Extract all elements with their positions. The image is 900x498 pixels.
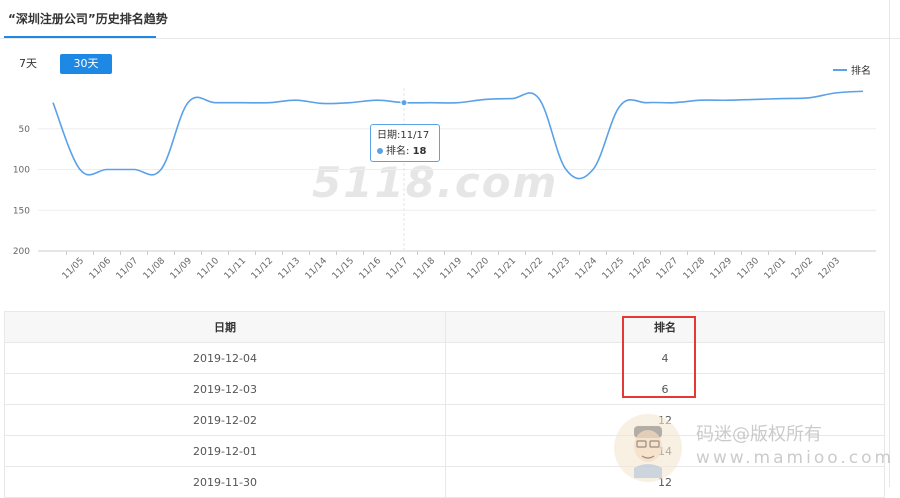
cell-date: 2019-12-02	[4, 404, 446, 436]
x-tick-label: 11/07	[115, 256, 140, 281]
cell-date: 2019-12-03	[4, 373, 446, 405]
x-tick-label: 11/08	[142, 256, 168, 282]
y-tick-label: 150	[13, 206, 30, 216]
series-line-rank	[52, 90, 864, 180]
table-header-row: 日期 排名	[4, 311, 885, 343]
x-tick-label: 12/03	[817, 256, 842, 281]
range-7-days-button[interactable]: 7天	[12, 55, 44, 73]
x-tick-label: 11/18	[412, 256, 438, 282]
x-tick-label: 11/05	[61, 256, 86, 281]
y-tick-label: 200	[13, 247, 30, 257]
x-tick-label: 11/17	[385, 256, 410, 281]
x-tick-label: 11/23	[547, 256, 572, 281]
x-tick-label: 11/06	[88, 256, 114, 282]
data-point-highlight	[400, 99, 408, 107]
cell-date: 2019-11-30	[4, 466, 446, 498]
tooltip-dot-icon	[377, 148, 383, 154]
x-tick-label: 11/16	[358, 256, 384, 282]
table-row: 2019-11-30 12	[4, 466, 885, 498]
tooltip-date-label: 日期:	[377, 130, 401, 141]
x-tick-label: 11/29	[709, 256, 735, 282]
x-tick-label: 11/27	[655, 256, 680, 281]
legend-line-icon	[833, 68, 847, 71]
x-tick-label: 12/01	[763, 256, 788, 281]
x-tick-label: 11/13	[277, 256, 302, 281]
x-tick-label: 12/02	[790, 256, 815, 281]
x-tick-label: 11/21	[493, 256, 518, 281]
x-tick-label: 11/14	[304, 256, 330, 282]
active-tab-indicator	[4, 36, 156, 38]
x-tick-label: 11/30	[736, 256, 762, 282]
tooltip-date-value: 11/17	[400, 130, 430, 141]
watermark-copyright: 码迷@版权所有	[696, 424, 822, 445]
tooltip-rank-label: 排名:	[386, 146, 410, 157]
watermark-avatar-icon	[614, 414, 682, 482]
cell-date: 2019-12-04	[4, 342, 446, 374]
x-tick-label: 11/15	[331, 256, 356, 281]
table-row: 2019-12-03 6	[4, 373, 885, 405]
x-tick-label: 11/12	[250, 256, 275, 281]
tooltip-rank-value: 18	[412, 146, 427, 157]
legend-label: 排名	[851, 66, 871, 77]
x-tick-label: 11/26	[628, 256, 654, 282]
y-tick-label: 50	[19, 125, 31, 135]
y-tick-label: 100	[13, 166, 30, 176]
x-tick-label: 11/11	[223, 256, 248, 281]
x-tick-label: 11/22	[520, 256, 545, 281]
x-tick-label: 11/24	[574, 256, 600, 282]
page-title[interactable]: “深圳注册公司”历史排名趋势	[8, 10, 168, 27]
chart-legend[interactable]: 排名	[833, 62, 871, 77]
chart-tooltip: 日期:11/17 排名: 18	[370, 124, 440, 162]
x-tick-label: 11/20	[466, 256, 492, 282]
x-tick-label: 11/28	[682, 256, 708, 282]
rank-history-table: 日期 排名 2019-12-04 4 2019-12-03 6 2019-12-02…	[4, 311, 885, 498]
rank-highlight-box	[622, 316, 696, 398]
rank-trend-chart: 5010015020011/05 11/06 11/07 11/08 11/09 11/1…	[13, 88, 876, 282]
column-header-date: 日期	[4, 311, 446, 343]
x-tick-label: 11/25	[601, 256, 626, 281]
watermark-url: www.mamioo.com	[696, 448, 895, 468]
x-tick-label: 11/10	[196, 256, 222, 282]
table-row: 2019-12-04 4	[4, 342, 885, 374]
x-tick-label: 11/09	[169, 256, 195, 282]
cell-date: 2019-12-01	[4, 435, 446, 467]
x-tick-label: 11/19	[439, 256, 465, 282]
range-30-days-button[interactable]: 30天	[60, 54, 112, 74]
